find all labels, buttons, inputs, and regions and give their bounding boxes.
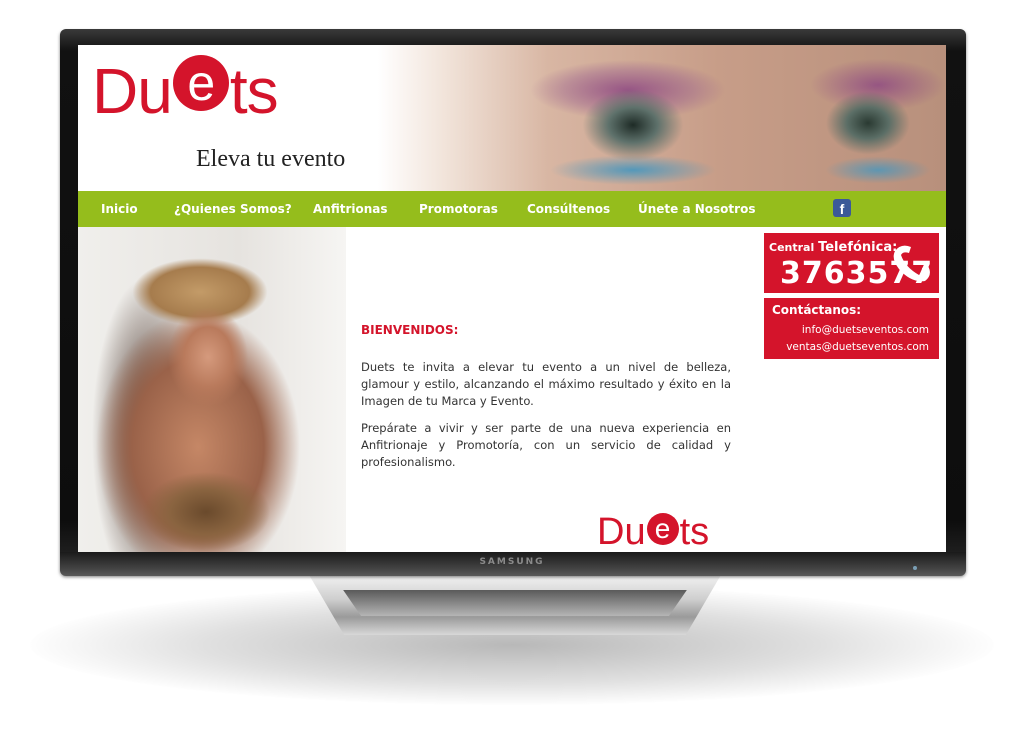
contact-email-info[interactable]: info@duetseventos.com: [802, 324, 929, 336]
phone-label-big: Telefónica:: [818, 240, 898, 255]
facebook-icon[interactable]: f: [833, 199, 851, 217]
welcome-paragraph-1: Duets te invita a elevar tu evento a un …: [361, 360, 731, 408]
power-led-icon: [913, 566, 917, 570]
contact-email-ventas[interactable]: ventas@duetseventos.com: [786, 341, 929, 353]
phone-label-small: Central: [769, 241, 815, 254]
logo-e-circle: e: [172, 55, 229, 111]
website-screen: Du e ts Eleva tu evento Inicio ¿Quienes So…: [78, 45, 946, 552]
monitor-brand-label: SAMSUNG: [479, 557, 545, 567]
nav-item-consultenos[interactable]: Consúltenos: [527, 191, 610, 227]
phone-icon: [893, 245, 930, 282]
monitor-stand-inner: [343, 590, 687, 616]
logo-prefix: Du: [92, 55, 173, 127]
contact-box: Contáctanos: info@duetseventos.com venta…: [764, 298, 939, 359]
site-logo[interactable]: Du e ts: [92, 55, 279, 123]
contact-title: Contáctanos:: [772, 303, 862, 317]
footer-logo: Du e ts: [597, 513, 709, 551]
footer-logo-prefix: Du: [597, 511, 646, 552]
nav-item-promotoras[interactable]: Promotoras: [419, 191, 498, 227]
phone-box: Central Telefónica: 3763577: [764, 233, 939, 293]
welcome-heading: BIENVENIDOS:: [361, 323, 459, 337]
nav-item-unete[interactable]: Únete a Nosotros: [638, 191, 755, 227]
logo-suffix: ts: [229, 55, 279, 127]
main-nav: Inicio ¿Quienes Somos? Anfitrionas Promo…: [78, 191, 946, 227]
header-eye-photo: [378, 45, 946, 191]
phone-label: Central Telefónica:: [769, 240, 897, 255]
site-slogan: Eleva tu evento: [196, 146, 346, 172]
site-header: Du e ts Eleva tu evento: [78, 45, 946, 191]
nav-item-anfitrionas[interactable]: Anfitrionas: [313, 191, 388, 227]
nav-item-inicio[interactable]: Inicio: [101, 191, 138, 227]
model-photo: [78, 227, 346, 552]
welcome-content: BIENVENIDOS: Duets te invita a elevar tu…: [361, 322, 731, 481]
welcome-paragraph-2: Prepárate a vivir y ser parte de una nue…: [361, 421, 731, 469]
nav-item-quienes-somos[interactable]: ¿Quienes Somos?: [174, 191, 292, 227]
footer-logo-e-circle: e: [646, 513, 679, 545]
footer-logo-suffix: ts: [679, 511, 710, 552]
